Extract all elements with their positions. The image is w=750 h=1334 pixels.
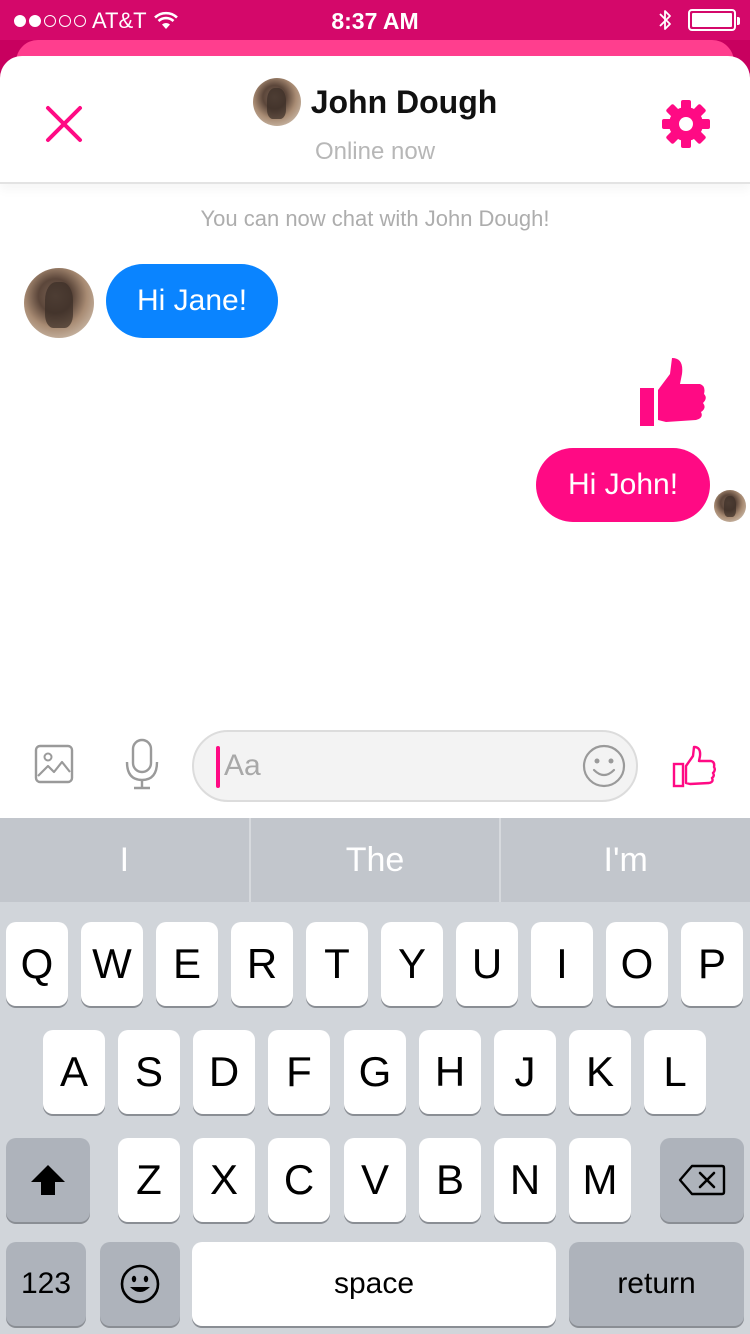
gear-icon[interactable] [660, 98, 712, 150]
message-composer [0, 708, 750, 818]
chat-header: John Dough Online now [0, 56, 750, 184]
shift-arrow-icon [31, 1165, 65, 1195]
space-key[interactable]: space [192, 1242, 556, 1326]
key-p[interactable]: P [681, 922, 743, 1006]
clock: 8:37 AM [331, 8, 419, 34]
key-t[interactable]: T [306, 922, 368, 1006]
key-r[interactable]: R [231, 922, 293, 1006]
key-h[interactable]: H [419, 1030, 481, 1114]
suggestion-item[interactable]: I'm [501, 818, 750, 902]
key-o[interactable]: O [606, 922, 668, 1006]
key-e[interactable]: E [156, 922, 218, 1006]
return-key[interactable]: return [569, 1242, 744, 1326]
key-a[interactable]: A [43, 1030, 105, 1114]
incoming-message-bubble[interactable]: Hi Jane! [106, 264, 278, 338]
chat-sheet: John Dough Online now You can now chat w… [0, 56, 750, 818]
key-l[interactable]: L [644, 1030, 706, 1114]
presence-status: Online now [314, 138, 436, 165]
emoji-icon [120, 1264, 160, 1304]
photo-icon[interactable] [34, 744, 74, 784]
key-f[interactable]: F [268, 1030, 330, 1114]
numbers-key[interactable]: 123 [6, 1242, 86, 1326]
text-cursor [216, 746, 220, 788]
suggestion-item[interactable]: The [251, 818, 502, 902]
status-bar: AT&T 8:37 AM [0, 0, 750, 40]
key-z[interactable]: Z [118, 1138, 180, 1222]
battery-level [692, 13, 732, 27]
shift-key[interactable] [6, 1138, 90, 1222]
key-w[interactable]: W [81, 922, 143, 1006]
read-receipt-avatar [714, 490, 746, 522]
outgoing-message-bubble[interactable]: Hi John! [536, 448, 710, 522]
bluetooth-icon [659, 10, 671, 30]
sender-avatar[interactable] [24, 268, 94, 338]
key-x[interactable]: X [193, 1138, 255, 1222]
backspace-icon [678, 1164, 726, 1196]
contact-avatar [252, 78, 301, 126]
key-n[interactable]: N [494, 1138, 556, 1222]
system-message: You can now chat with John Dough! [200, 206, 550, 231]
emoji-keyboard-key[interactable] [100, 1242, 180, 1326]
key-g[interactable]: G [344, 1030, 406, 1114]
key-j[interactable]: J [494, 1030, 556, 1114]
thumbs-up-sticker-icon[interactable] [636, 356, 708, 428]
key-v[interactable]: V [344, 1138, 406, 1222]
message-input-wrapper[interactable] [192, 730, 638, 802]
delete-key[interactable] [660, 1138, 744, 1222]
key-m[interactable]: M [569, 1138, 631, 1222]
key-i[interactable]: I [531, 922, 593, 1006]
battery-icon [688, 9, 740, 31]
key-d[interactable]: D [193, 1030, 255, 1114]
key-y[interactable]: Y [381, 922, 443, 1006]
suggestion-item[interactable]: I [0, 818, 251, 902]
contact-title[interactable]: John Dough [0, 78, 750, 126]
message-input[interactable] [224, 742, 564, 790]
emoji-icon[interactable] [582, 744, 626, 788]
contact-name: John Dough [310, 83, 498, 120]
thumbs-up-icon[interactable] [672, 744, 716, 788]
key-k[interactable]: K [569, 1030, 631, 1114]
microphone-icon[interactable] [124, 738, 160, 790]
key-s[interactable]: S [118, 1030, 180, 1114]
key-u[interactable]: U [456, 922, 518, 1006]
key-b[interactable]: B [419, 1138, 481, 1222]
key-c[interactable]: C [268, 1138, 330, 1222]
predictive-bar: I The I'm [0, 818, 750, 902]
key-q[interactable]: Q [6, 922, 68, 1006]
keyboard: Q W E R T Y U I O P A S D F G H J K L Z … [0, 902, 750, 1334]
